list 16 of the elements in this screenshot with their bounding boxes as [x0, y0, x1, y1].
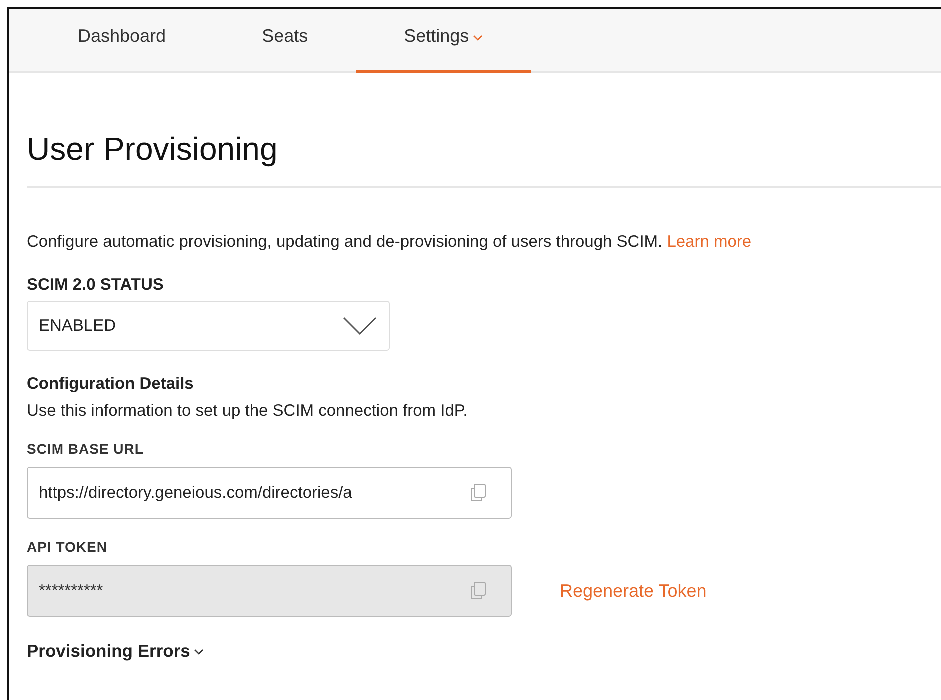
section-title: Configuration Details	[27, 375, 195, 394]
chevron-down-icon	[343, 317, 377, 335]
text-field[interactable]: https://directory.geneious.com/directories/a	[27, 467, 512, 519]
section-text: Use this information to set up the SCIM connection from IdP.	[27, 402, 469, 421]
nav-tab[interactable]: Settings	[356, 26, 532, 73]
description-text: Configure automatic provisioning, updating and de-provisioning of users through SCIM. Learn more	[27, 233, 753, 252]
provisioning-errors-toggle[interactable]: Provisioning Errors	[27, 641, 204, 662]
chevron-icon	[194, 648, 204, 654]
field-label: SCIM 2.0 STATUS	[27, 276, 165, 295]
nav-tab[interactable]: Dashboard	[30, 26, 214, 73]
field-label: SCIM BASE URL	[27, 441, 145, 457]
nav-tab[interactable]: Seats	[214, 26, 356, 73]
status-dropdown[interactable]: ENABLED	[27, 301, 390, 351]
field-label: API TOKEN	[27, 539, 108, 555]
copy-icon[interactable]	[470, 484, 486, 502]
page-heading: User Provisioning	[27, 73, 941, 188]
